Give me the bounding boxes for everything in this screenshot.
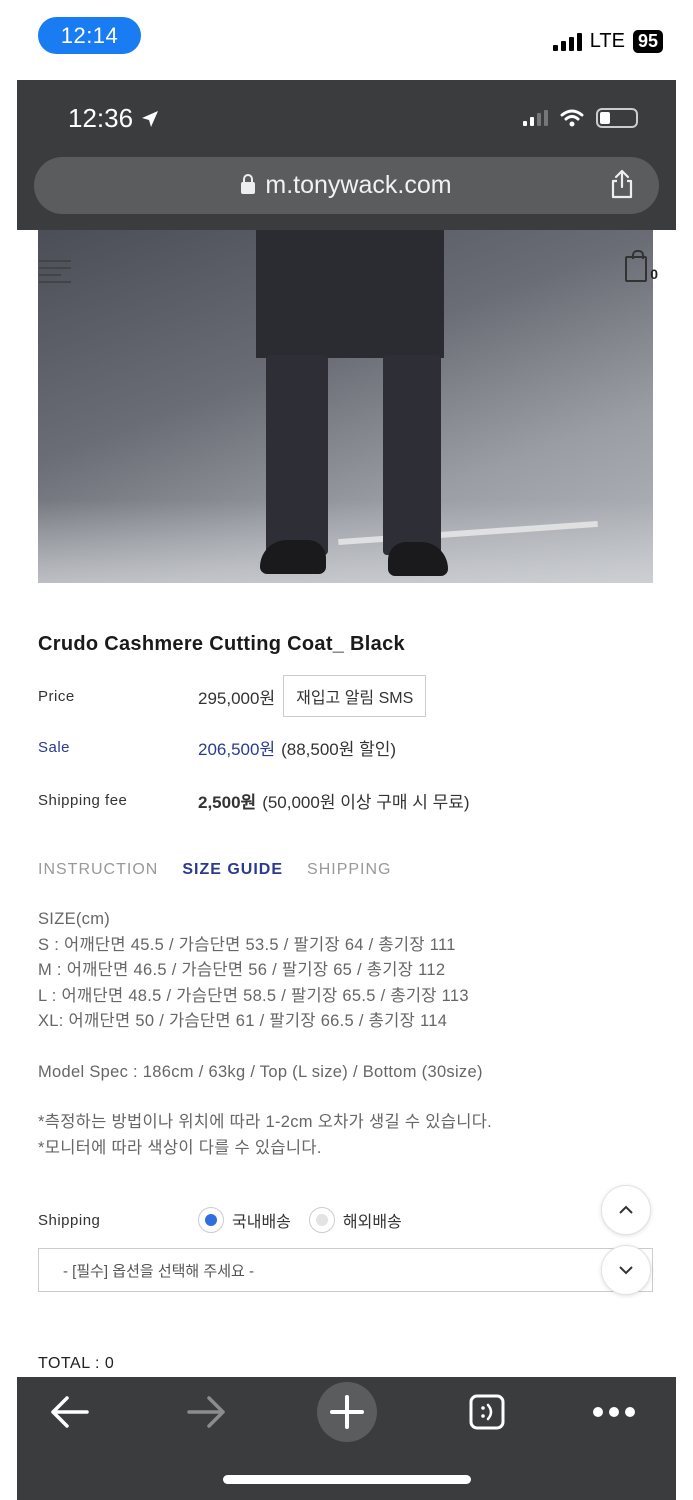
option-select[interactable]: - [필수] 옵션을 선택해 주세요 -	[38, 1248, 653, 1292]
radio-overseas[interactable]: 해외배송	[308, 1207, 402, 1233]
scroll-down-button[interactable]	[601, 1245, 651, 1295]
note-measurement: *측정하는 방법이나 위치에 따라 1-2cm 오차가 생길 수 있습니다.	[38, 1113, 493, 1131]
shipping-fee-value: 2,500원	[198, 793, 257, 812]
arrow-right-icon	[187, 1396, 225, 1428]
option-select-placeholder: - [필수] 옵션을 선택해 주세요 -	[63, 1262, 254, 1280]
network-type: LTE	[589, 30, 625, 52]
tab-instruction[interactable]: INSTRUCTION	[38, 861, 158, 879]
radio-domestic[interactable]: 국내배송	[198, 1207, 291, 1233]
shipping-fee-label: Shipping fee	[38, 792, 128, 809]
inner-time-text: 12:36	[68, 103, 134, 133]
size-line-xl: XL: 어깨단면 50 / 가슴단면 61 / 팔기장 66.5 / 총기장 1…	[38, 1012, 448, 1030]
tab-shipping[interactable]: SHIPPING	[307, 861, 391, 879]
back-button[interactable]	[47, 1387, 91, 1437]
outer-status-icons: LTE 95	[552, 30, 663, 53]
url-bar[interactable]: m.tonywack.com	[34, 157, 659, 214]
scroll-up-button[interactable]	[601, 1185, 651, 1235]
chevron-up-icon	[619, 1205, 633, 1214]
outer-status-bar: 12:14 LTE 95	[0, 0, 693, 80]
shipping-option-label: Shipping	[38, 1211, 101, 1229]
battery-level: 95	[632, 30, 663, 53]
outer-clock[interactable]: 12:14	[38, 17, 141, 54]
more-dots-icon	[593, 1407, 635, 1417]
sale-discount: (88,500원 할인)	[281, 740, 397, 759]
sale-row: Sale 206,500원 (88,500원 할인)	[38, 735, 396, 760]
location-arrow-icon	[142, 110, 159, 127]
inner-status-bar: 12:36	[17, 80, 676, 155]
arrow-left-icon	[51, 1396, 89, 1428]
radio-domestic-label: 국내배송	[232, 1214, 291, 1231]
sale-label: Sale	[38, 739, 71, 756]
cellular-signal-icon	[552, 32, 582, 51]
home-indicator[interactable]	[223, 1475, 471, 1484]
inner-battery-icon	[596, 108, 638, 128]
total-amount: TOTAL : 0	[38, 1355, 115, 1372]
menu-icon[interactable]	[39, 260, 71, 288]
radio-overseas-label: 해외배송	[342, 1214, 402, 1231]
shipping-fee-note: (50,000원 이상 구매 시 무료)	[262, 793, 470, 812]
note-monitor: *모니터에 따라 색상이 다를 수 있습니다.	[38, 1138, 322, 1157]
product-title: Crudo Cashmere Cutting Coat_ Black	[38, 633, 405, 655]
shopping-bag-icon	[625, 250, 648, 282]
model-spec: Model Spec : 186cm / 63kg / Top (L size)…	[38, 1063, 483, 1081]
detail-tabs: INSTRUCTION SIZE GUIDE SHIPPING	[38, 861, 391, 879]
size-line-m: M : 어깨단면 46.5 / 가슴단면 56 / 팔기장 65 / 총기장 1…	[38, 961, 446, 979]
web-page: 0 Crudo Cashmere Cutting Coat_ Black Pri…	[17, 230, 676, 1377]
shipping-fee-row: Shipping fee 2,500원 (50,000원 이상 구매 시 무료)	[38, 788, 470, 813]
chevron-down-icon	[619, 1266, 633, 1275]
forward-button[interactable]	[185, 1387, 229, 1437]
cart-button[interactable]: 0	[625, 250, 658, 282]
size-notes: *측정하는 방법이나 위치에 따라 1-2cm 오차가 생길 수 있습니다. *…	[38, 1110, 492, 1161]
sale-value: 206,500원	[198, 740, 276, 759]
price-value: 295,000원	[198, 688, 276, 708]
share-icon[interactable]	[609, 169, 635, 199]
tab-size-guide[interactable]: SIZE GUIDE	[182, 861, 283, 879]
size-line-l: L : 어깨단면 48.5 / 가슴단면 58.5 / 팔기장 65.5 / 총…	[38, 986, 469, 1005]
browser-toolbar	[17, 1377, 676, 1500]
tab-switcher-icon	[469, 1394, 505, 1430]
embedded-phone-screen: 12:36 m.tonywack.com 0 Crudo Cashmere Cu…	[17, 80, 676, 1500]
lock-icon	[241, 173, 256, 194]
radio-domestic-dot[interactable]	[198, 1207, 224, 1233]
cart-count: 0	[650, 266, 658, 282]
new-tab-button[interactable]	[317, 1382, 377, 1442]
wifi-icon	[560, 109, 584, 127]
product-image[interactable]	[38, 230, 653, 583]
url-text: m.tonywack.com	[265, 171, 452, 199]
inner-status-icons	[523, 108, 638, 128]
tabs-button[interactable]	[465, 1387, 509, 1437]
price-label: Price	[38, 687, 75, 705]
size-guide-table: SIZE(cm) S : 어깨단면 45.5 / 가슴단면 53.5 / 팔기장…	[38, 907, 469, 1035]
price-row: Price 295,000원 재입고 알림 SMS	[38, 675, 427, 717]
restock-sms-button[interactable]: 재입고 알림 SMS	[283, 675, 427, 717]
radio-overseas-dot[interactable]	[308, 1207, 335, 1233]
inner-signal-icon	[523, 110, 548, 126]
shipping-option-row: Shipping 국내배송 해외배송	[38, 1207, 420, 1233]
inner-clock: 12:36	[68, 103, 159, 134]
size-header: SIZE(cm)	[38, 910, 111, 928]
more-button[interactable]	[589, 1387, 639, 1437]
plus-icon	[330, 1395, 364, 1429]
size-line-s: S : 어깨단면 45.5 / 가슴단면 53.5 / 팔기장 64 / 총기장…	[38, 935, 456, 954]
